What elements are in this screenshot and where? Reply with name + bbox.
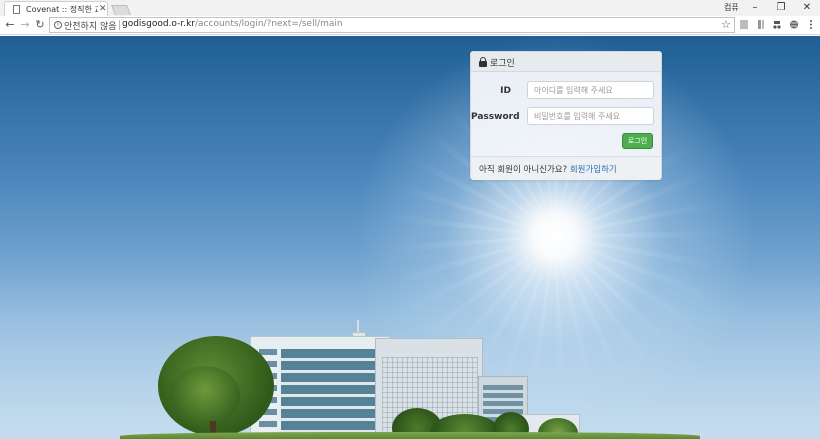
id-input[interactable] xyxy=(527,81,654,99)
signup-link[interactable]: 회원가입하기 xyxy=(570,165,617,175)
url-text[interactable]: godisgood.o-r.kr/accounts/login/?next=/s… xyxy=(122,19,343,29)
login-page-background xyxy=(0,36,820,439)
back-arrow-icon[interactable]: ← xyxy=(3,17,17,33)
url-host: godisgood.o-r.kr xyxy=(122,19,195,29)
extension-icon[interactable] xyxy=(739,19,749,30)
password-input[interactable] xyxy=(527,107,654,125)
login-panel: 로그인 ID Password 로그인 아직 회원이 아니신가요? 회원가입하기 xyxy=(470,51,662,180)
login-title: 로그인 xyxy=(490,59,515,69)
bookmark-star-icon[interactable]: ☆ xyxy=(721,18,731,31)
login-button[interactable]: 로그인 xyxy=(622,133,653,149)
url-divider xyxy=(119,20,120,30)
browser-toolbar: ← → ↻ i 안전하지 않음 godisgood.o-r.kr/account… xyxy=(0,16,820,35)
building-windows xyxy=(281,349,387,437)
login-panel-header: 로그인 xyxy=(471,52,661,72)
forward-arrow-icon[interactable]: → xyxy=(18,17,32,33)
login-panel-footer: 아직 회원이 아니신가요? 회원가입하기 xyxy=(471,156,661,180)
antenna xyxy=(357,320,359,332)
grass xyxy=(120,432,700,439)
minimize-icon[interactable]: – xyxy=(742,0,768,16)
address-bar[interactable]: i 안전하지 않음 godisgood.o-r.kr/accounts/logi… xyxy=(49,17,735,33)
close-tab-icon[interactable]: ✕ xyxy=(99,3,107,15)
browser-tab[interactable]: Covenat :: 정직한 교육시 ✕ xyxy=(4,1,108,16)
new-tab-button[interactable] xyxy=(111,5,131,15)
url-path: /accounts/login/?next=/sell/main xyxy=(195,19,343,29)
info-icon[interactable]: i xyxy=(54,21,62,29)
tree xyxy=(170,366,240,426)
incognito-icon[interactable] xyxy=(772,19,782,30)
menu-kebab-icon[interactable] xyxy=(806,19,816,30)
tab-title: Covenat :: 정직한 교육시 xyxy=(26,5,98,14)
signup-row: 아직 회원이 아니신가요? 회원가입하기 xyxy=(479,163,617,175)
profile-name[interactable]: 컴퓨 xyxy=(724,2,739,13)
close-window-icon[interactable]: ✕ xyxy=(794,0,820,16)
security-label[interactable]: 안전하지 않음 xyxy=(64,19,117,32)
tab-strip: Covenat :: 정직한 교육시 ✕ 컴퓨 – ❐ ✕ xyxy=(0,0,820,16)
lock-icon xyxy=(479,57,487,67)
globe-icon[interactable] xyxy=(789,19,799,30)
page-icon xyxy=(13,5,20,14)
restore-icon[interactable]: ❐ xyxy=(768,0,794,16)
extension-icon[interactable] xyxy=(756,19,766,30)
reload-icon[interactable]: ↻ xyxy=(33,17,47,33)
id-label: ID xyxy=(500,86,511,96)
signup-prompt: 아직 회원이 아니신가요? xyxy=(479,165,568,175)
password-label: Password xyxy=(471,112,520,122)
